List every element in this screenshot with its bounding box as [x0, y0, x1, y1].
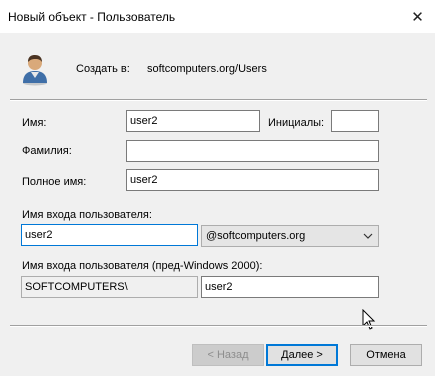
title-bar: Новый объект - Пользователь ✕ [0, 0, 435, 33]
last-name-input[interactable] [126, 140, 379, 162]
last-name-label: Фамилия: [22, 145, 72, 157]
logon-name-input[interactable]: user2 [21, 224, 198, 246]
back-button[interactable]: < Назад [192, 344, 264, 366]
pre2000-domain-field: SOFTCOMPUTERS\ [21, 276, 198, 298]
domain-select[interactable]: @softcomputers.org [201, 225, 379, 247]
initials-input[interactable] [331, 110, 379, 132]
close-icon: ✕ [411, 8, 424, 26]
close-button[interactable]: ✕ [400, 0, 435, 33]
full-name-input[interactable]: user2 [126, 169, 379, 191]
user-icon [23, 55, 47, 86]
next-button[interactable]: Далее > [266, 344, 338, 366]
pre2000-label: Имя входа пользователя (пред-Windows 200… [22, 260, 263, 272]
initials-label: Инициалы: [268, 117, 325, 129]
full-name-label: Полное имя: [22, 176, 87, 188]
pre2000-name-input[interactable]: user2 [201, 276, 379, 298]
first-name-label: Имя: [22, 117, 47, 129]
cursor-icon [362, 309, 376, 330]
create-in-label: Создать в: [76, 63, 130, 75]
divider [10, 325, 427, 327]
divider [10, 99, 427, 101]
chevron-down-icon [363, 233, 373, 239]
window-title: Новый объект - Пользователь [8, 10, 176, 24]
domain-select-value: @softcomputers.org [206, 230, 306, 242]
logon-name-label: Имя входа пользователя: [22, 209, 152, 221]
first-name-input[interactable]: user2 [126, 110, 260, 132]
create-in-value: softcomputers.org/Users [147, 63, 267, 75]
cancel-button[interactable]: Отмена [350, 344, 422, 366]
